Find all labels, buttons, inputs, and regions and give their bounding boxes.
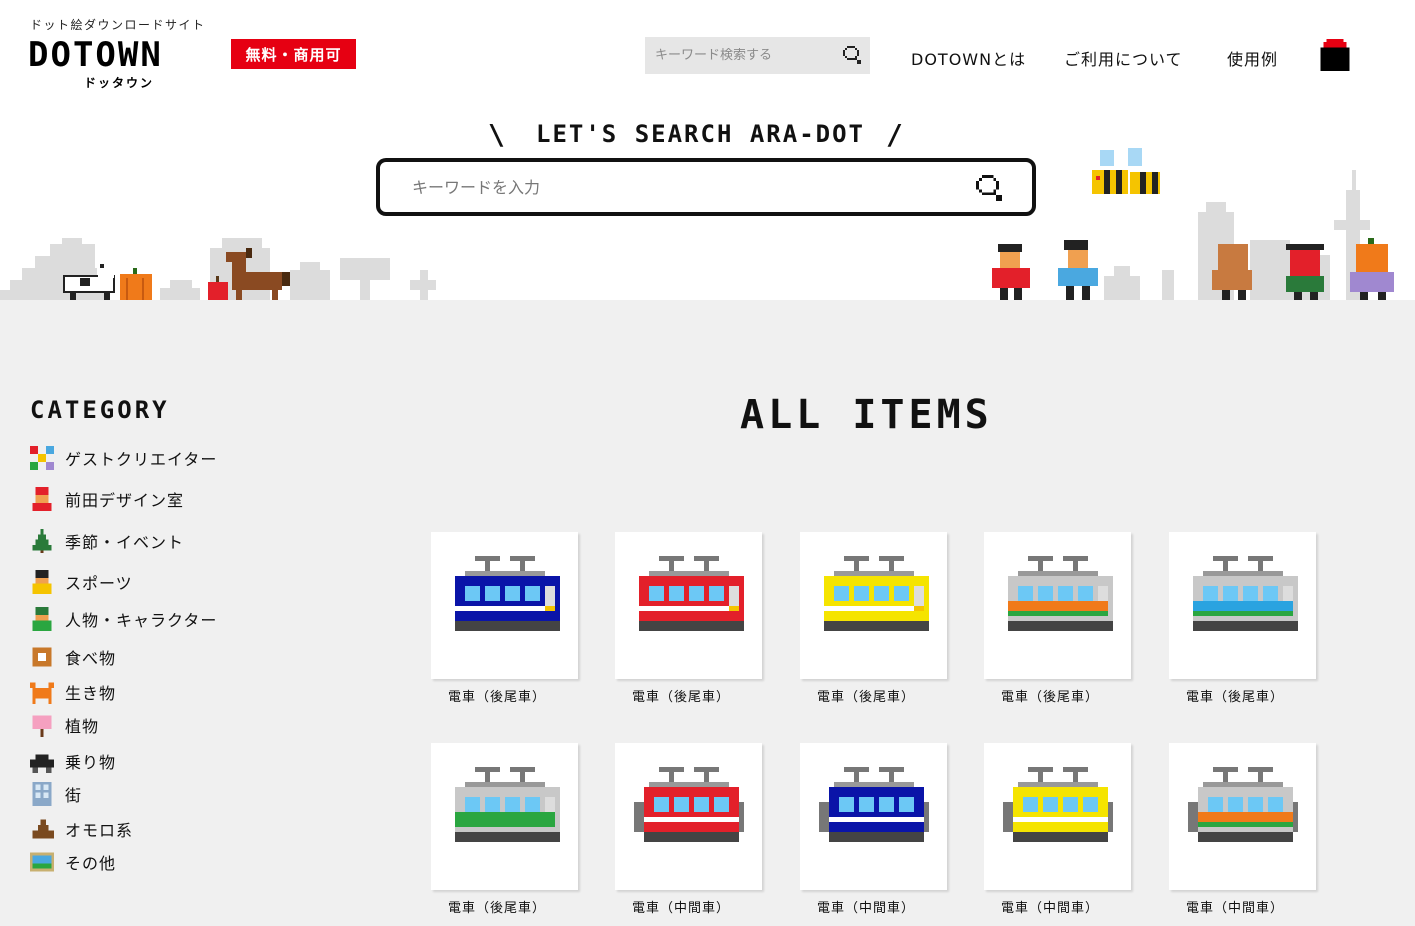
site-header: ドット絵ダウンロードサイト DOTOWN ドッタウン 無料・商用可 DOTOWN… — [0, 0, 1415, 110]
category-title: CATEGORY — [30, 396, 170, 424]
item-label: 電車（中間車） — [1186, 901, 1285, 916]
category-item[interactable]: 街 — [30, 782, 82, 806]
maeda-design-icon — [32, 487, 52, 511]
category-item[interactable]: ゲストクリエイター — [30, 446, 217, 470]
item-thumbnail[interactable] — [984, 532, 1131, 679]
category-item-label: ゲストクリエイター — [65, 450, 218, 469]
category-item-label: 食べ物 — [65, 649, 117, 668]
search-icon[interactable] — [976, 175, 1002, 201]
item-thumbnail[interactable] — [984, 743, 1131, 890]
hero-search-input[interactable] — [412, 177, 952, 197]
item-thumbnail[interactable] — [615, 743, 762, 890]
category-item[interactable]: 植物 — [30, 713, 99, 737]
site-logo-kana: ドッタウン — [84, 76, 155, 90]
category-item-label: スポーツ — [65, 574, 133, 593]
item-card[interactable]: 電車（後尾車） — [1169, 532, 1316, 705]
header-search-input[interactable] — [655, 48, 835, 63]
item-thumbnail[interactable] — [1169, 532, 1316, 679]
item-card[interactable]: 電車（後尾車） — [431, 743, 578, 916]
main-content: CATEGORY ゲストクリエイター 前田デザイン室 季節・イベント スポーツ人物・キ… — [0, 300, 1415, 926]
item-card[interactable]: 電車（後尾車） — [984, 532, 1131, 705]
picture-icon — [30, 852, 54, 872]
item-thumbnail[interactable] — [800, 743, 947, 890]
train-icon — [454, 555, 560, 631]
item-thumbnail[interactable] — [800, 532, 947, 679]
hero-search-box — [376, 158, 1036, 216]
item-card[interactable]: 電車（後尾車） — [800, 532, 947, 705]
category-item[interactable]: 生き物 — [30, 680, 116, 704]
train-icon — [1187, 766, 1298, 842]
item-thumbnail[interactable] — [431, 743, 578, 890]
category-item[interactable]: 食べ物 — [30, 645, 116, 669]
item-label: 電車（後尾車） — [448, 690, 547, 705]
category-item[interactable]: オモロ系 — [30, 817, 133, 841]
site-logo[interactable]: DOTOWN — [28, 38, 163, 72]
category-item-label: 植物 — [65, 717, 100, 736]
train-icon — [1002, 766, 1113, 842]
item-thumbnail[interactable] — [431, 532, 578, 679]
item-card[interactable]: 電車（中間車） — [615, 743, 762, 916]
item-card[interactable]: 電車（中間車） — [1169, 743, 1316, 916]
item-label: 電車（後尾車） — [632, 690, 731, 705]
item-label: 電車（後尾車） — [448, 901, 547, 916]
sports-icon — [32, 570, 52, 594]
category-item[interactable]: スポーツ — [30, 570, 133, 594]
train-icon — [454, 766, 560, 842]
header-search-box — [645, 37, 870, 74]
guest-creator-icon — [30, 446, 54, 470]
nav-about[interactable]: DOTOWNとは — [911, 46, 1026, 70]
person-icon — [32, 607, 52, 631]
item-label: 電車（中間車） — [817, 901, 916, 916]
train-icon — [638, 555, 744, 631]
train-icon — [1192, 555, 1298, 631]
food-icon — [32, 647, 52, 667]
category-item[interactable]: 季節・イベント — [30, 529, 184, 553]
category-item-label: 街 — [65, 786, 83, 805]
train-icon — [633, 766, 744, 842]
category-item-label: 乗り物 — [65, 753, 117, 772]
nav-examples[interactable]: 使用例 — [1227, 46, 1278, 70]
tree-icon — [32, 529, 52, 553]
item-thumbnail[interactable] — [615, 532, 762, 679]
category-item[interactable]: 人物・キャラクター — [30, 607, 217, 631]
free-commercial-badge: 無料・商用可 — [231, 39, 356, 69]
site-tagline: ドット絵ダウンロードサイト — [30, 18, 206, 32]
item-thumbnail[interactable] — [1169, 743, 1316, 890]
category-item-label: その他 — [65, 854, 117, 873]
category-item[interactable]: 乗り物 — [30, 749, 116, 773]
category-item-label: オモロ系 — [65, 821, 134, 840]
category-item-label: 前田デザイン室 — [65, 491, 185, 510]
train-icon — [823, 555, 929, 631]
plant-icon — [32, 715, 52, 737]
item-card[interactable]: 電車（後尾車） — [615, 532, 762, 705]
item-card[interactable]: 電車（中間車） — [800, 743, 947, 916]
category-item-label: 生き物 — [65, 684, 117, 703]
car-icon — [30, 754, 54, 773]
train-icon — [818, 766, 929, 842]
category-item[interactable]: 前田デザイン室 — [30, 487, 184, 511]
search-icon[interactable] — [843, 46, 861, 64]
item-label: 電車（中間車） — [1001, 901, 1100, 916]
favorites-bag-icon[interactable] — [1320, 39, 1350, 71]
hero-section: \ LET'S SEARCH ARA-DOT / — [0, 110, 1415, 300]
item-card[interactable]: 電車（中間車） — [984, 743, 1131, 916]
item-label: 電車（後尾車） — [1186, 690, 1285, 705]
item-label: 電車（中間車） — [632, 901, 731, 916]
nav-usage[interactable]: ご利用について — [1064, 46, 1183, 70]
category-item-label: 季節・イベント — [65, 533, 185, 552]
train-icon — [1007, 555, 1113, 631]
poop-icon — [32, 819, 54, 839]
crab-icon — [30, 682, 54, 704]
building-icon — [32, 782, 52, 806]
all-items-title: ALL ITEMS — [740, 392, 993, 438]
category-item-label: 人物・キャラクター — [65, 611, 218, 630]
item-label: 電車（後尾車） — [1001, 690, 1100, 705]
category-item[interactable]: その他 — [30, 850, 116, 874]
item-card[interactable]: 電車（後尾車） — [431, 532, 578, 705]
item-label: 電車（後尾車） — [817, 690, 916, 705]
